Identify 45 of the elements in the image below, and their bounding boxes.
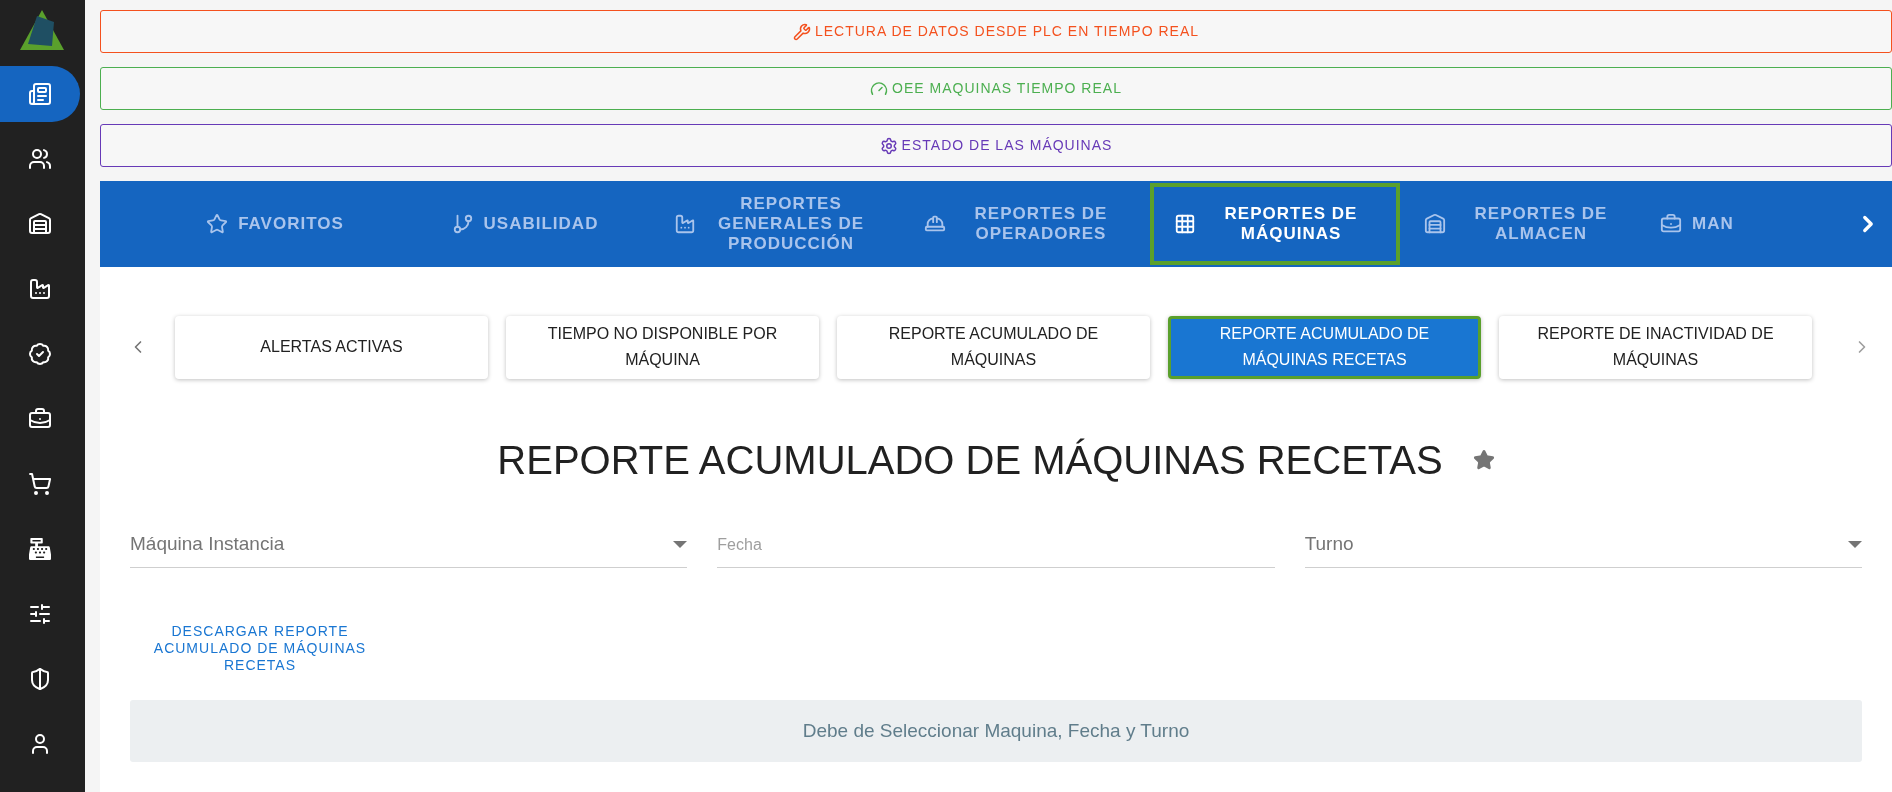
select-field[interactable]: Turno <box>1304 522 1862 568</box>
shield-icon <box>28 667 52 691</box>
wrench-icon <box>792 22 811 41</box>
star-icon <box>206 213 229 235</box>
report-tab[interactable]: REPORTES DE OPERADORES <box>900 183 1150 265</box>
report-subtab[interactable]: TIEMPO NO DISPONIBLE POR MÁQUINA <box>506 315 819 379</box>
report-subtab[interactable]: REPORTE ACUMULADO DE MÁQUINAS <box>837 315 1150 379</box>
grid-icon <box>1174 213 1196 235</box>
report-tab[interactable]: REPORTES GENERALES DE PRODUCCIÓN <box>650 183 900 265</box>
date-field[interactable]: Fecha <box>717 522 1275 568</box>
report-subtab[interactable]: REPORTE DE INACTIVIDAD DE MÁQUINAS <box>1499 315 1812 379</box>
cash-register-icon <box>29 538 51 560</box>
cart-icon <box>28 472 52 496</box>
banner-button[interactable]: OEE MAQUINAS TIEMPO REAL <box>100 67 1892 110</box>
gear-icon <box>879 136 898 155</box>
dropdown-icon <box>1848 541 1862 548</box>
report-tab[interactable]: USABILIDAD <box>400 183 650 265</box>
message-banner: Debe de Seleccionar Maquina, Fecha y Turno <box>130 700 1862 762</box>
report-subtab[interactable]: REPORTE ACUMULADO DE MÁQUINAS RECETAS <box>1168 315 1481 379</box>
report-subtab[interactable]: ALERTAS ACTIVAS <box>175 315 488 379</box>
sliders-icon <box>28 602 52 626</box>
sidebar-item[interactable] <box>0 66 80 122</box>
report-tab[interactable]: REPORTES DE MÁQUINAS <box>1150 183 1400 265</box>
factory-icon <box>674 213 696 235</box>
certificate-icon <box>28 342 52 366</box>
factory-icon <box>28 277 52 301</box>
toolbox-icon <box>28 407 52 431</box>
toolbox-icon <box>1660 213 1682 235</box>
logo-icon <box>20 10 64 50</box>
users-icon <box>28 147 52 171</box>
report-tab[interactable]: FAVORITOS <box>150 183 400 265</box>
branch-icon <box>451 213 474 235</box>
star-icon[interactable] <box>1472 448 1495 471</box>
page-title: REPORTE ACUMULADO DE MÁQUINAS RECETAS <box>497 436 1443 484</box>
gauge-icon <box>870 79 889 98</box>
warehouse-icon <box>1424 213 1446 235</box>
newspaper-icon <box>28 82 52 106</box>
download-link[interactable]: DESCARGAR REPORTE ACUMULADO DE MÁQUINAS RECETAS <box>130 623 390 674</box>
banner-button[interactable]: ESTADO DE LAS MÁQUINAS <box>100 124 1892 167</box>
dropdown-icon <box>673 541 688 548</box>
report-tab[interactable]: MAN <box>1650 183 1744 265</box>
banner-button[interactable]: LECTURA DE DATOS DESDE PLC EN TIEMPO REAL <box>100 10 1892 53</box>
select-field[interactable]: Máquina Instancia <box>130 522 688 568</box>
report-tab[interactable]: REPORTES DE ALMACEN <box>1400 183 1650 265</box>
warehouse-icon <box>28 212 52 236</box>
